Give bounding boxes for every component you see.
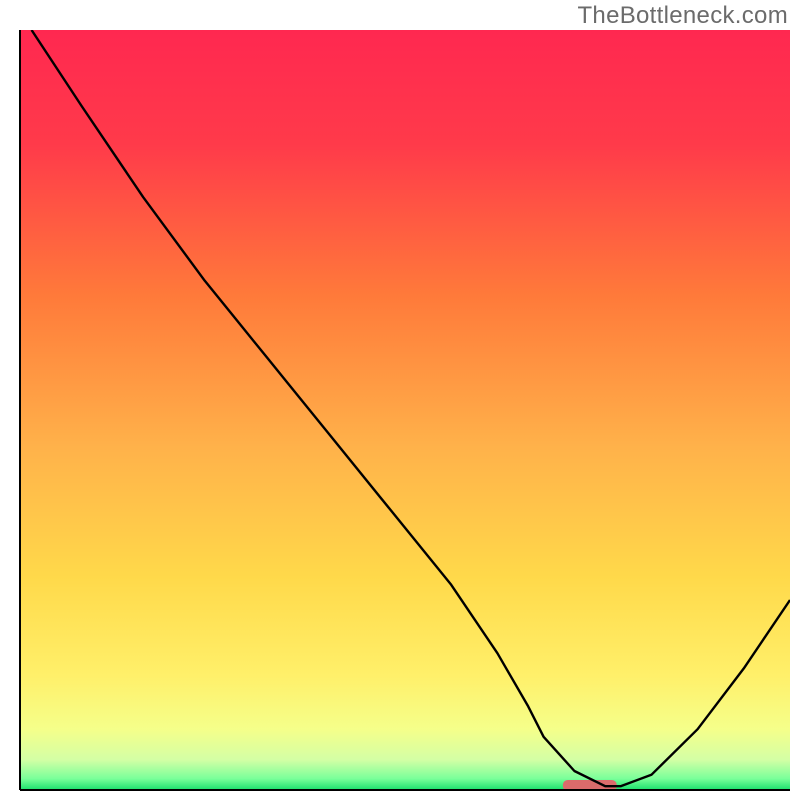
bottleneck-chart: [0, 0, 800, 800]
gradient-background: [20, 30, 790, 790]
chart-container: TheBottleneck.com: [0, 0, 800, 800]
watermark-text: TheBottleneck.com: [577, 2, 788, 30]
